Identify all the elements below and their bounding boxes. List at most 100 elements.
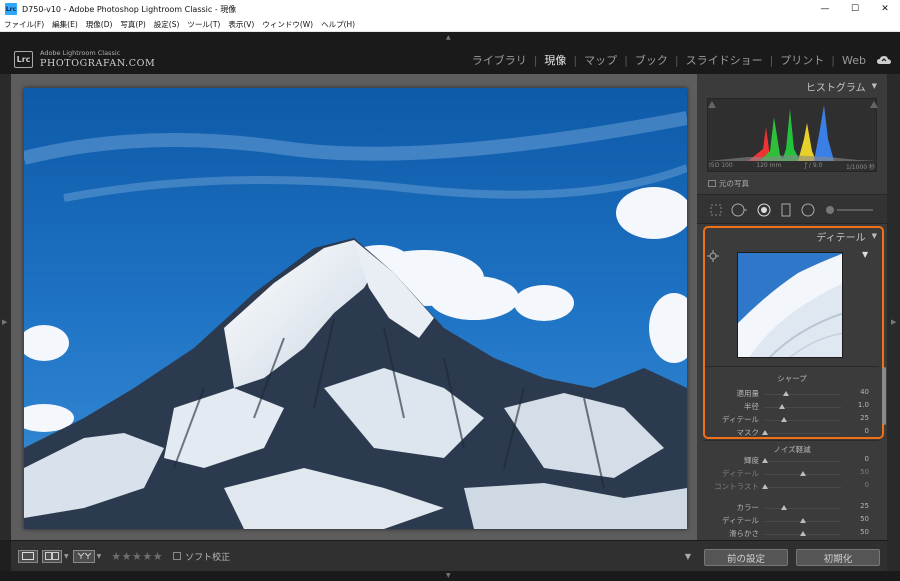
lightroom-window: Lrc D750-v10 - Adobe Photoshop Lightroom… — [0, 0, 900, 581]
target-adjustment-icon[interactable] — [707, 250, 719, 262]
detail-title: ディテール — [816, 232, 866, 244]
module-slideshow[interactable]: スライドショー — [686, 52, 763, 68]
window-controls: — ☐ ✕ — [810, 0, 900, 18]
slider-thumb[interactable] — [781, 505, 787, 510]
maximize-button[interactable]: ☐ — [840, 0, 870, 18]
slider-label: ディテール — [722, 516, 759, 525]
slider-row[interactable]: マスク 0 — [697, 427, 887, 439]
menu-develop[interactable]: 現像(D) — [86, 19, 113, 30]
menu-file[interactable]: ファイル(F) — [4, 19, 44, 30]
module-divider: | — [624, 53, 628, 67]
crop-tool-icon[interactable] — [709, 203, 723, 217]
slider-track[interactable] — [765, 487, 841, 488]
spot-removal-icon[interactable] — [731, 203, 747, 217]
slider-track[interactable] — [765, 461, 841, 462]
main-photo[interactable] — [24, 88, 687, 529]
detail-header[interactable]: ディテール ▼ — [697, 226, 887, 246]
module-book[interactable]: ブック — [635, 52, 668, 68]
slider-thumb[interactable] — [779, 404, 786, 409]
top-panel-toggle-icon[interactable]: ▲ — [446, 34, 451, 41]
module-web[interactable]: Web — [842, 54, 866, 67]
previous-settings-button[interactable]: 前の設定 — [704, 549, 788, 566]
slider-row[interactable]: ディテール 50 — [697, 515, 887, 527]
slider-track[interactable] — [765, 394, 841, 395]
slider-value[interactable]: 0 — [847, 427, 869, 435]
cloud-sync-icon[interactable] — [876, 54, 892, 66]
sharpen-group-label: シャープ — [777, 374, 807, 383]
original-photo-checkbox[interactable] — [708, 180, 716, 187]
red-eye-icon[interactable] — [757, 203, 771, 217]
detail-preview[interactable] — [737, 252, 843, 358]
graduated-filter-icon[interactable] — [781, 203, 791, 217]
slider-thumb[interactable] — [762, 484, 768, 489]
module-library[interactable]: ライブラリ — [472, 52, 527, 68]
slider-value[interactable]: 50 — [847, 528, 869, 536]
menu-view[interactable]: 表示(V) — [228, 19, 254, 30]
soft-proof-checkbox[interactable] — [173, 552, 182, 560]
slider-value[interactable]: 1.0 — [847, 401, 869, 409]
slider-thumb[interactable] — [762, 430, 768, 435]
histogram-exif: ISO 100 120 mm ƒ / 9.0 1/1000 秒 — [707, 162, 877, 174]
adjustment-brush-icon[interactable] — [825, 203, 875, 217]
slider-row[interactable]: 滑らかさ 50 — [697, 528, 887, 540]
menu-window[interactable]: ウィンドウ(W) — [262, 19, 313, 30]
slider-value[interactable]: 40 — [847, 388, 869, 396]
module-develop[interactable]: 現像 — [544, 52, 566, 68]
slider-thumb[interactable] — [781, 417, 787, 422]
slider-value[interactable]: 50 — [847, 515, 869, 523]
slider-row[interactable]: ディテール 50 — [697, 468, 887, 480]
close-button[interactable]: ✕ — [870, 0, 900, 18]
slider-thumb[interactable] — [800, 471, 806, 476]
module-list: ライブラリ | 現像 | マップ | ブック | スライドショー | プリント … — [472, 52, 866, 68]
slider-value[interactable]: 0 — [847, 455, 869, 463]
filmstrip-toggle-icon[interactable]: ▼ — [446, 572, 451, 579]
slider-thumb[interactable] — [800, 531, 806, 536]
slider-row[interactable]: カラー 25 — [697, 502, 887, 514]
slider-thumb[interactable] — [762, 458, 768, 463]
before-after-dropdown-icon[interactable]: ▼ — [64, 553, 69, 560]
slider-value[interactable]: 25 — [847, 414, 869, 422]
loupe-view-button[interactable] — [18, 549, 38, 563]
slider-track[interactable] — [765, 508, 841, 509]
star-rating[interactable]: ★★★★★ — [111, 550, 163, 563]
histogram-chart[interactable] — [707, 98, 878, 172]
right-panel-scrollbar[interactable] — [882, 367, 886, 425]
slider-track[interactable] — [765, 420, 841, 421]
slider-thumb[interactable] — [800, 518, 806, 523]
slider-row[interactable]: 輝度 0 — [697, 455, 887, 467]
slider-row[interactable]: コントラスト 0 — [697, 481, 887, 493]
reset-button[interactable]: 初期化 — [796, 549, 880, 566]
filmstrip-edge[interactable]: ▼ — [0, 571, 900, 581]
slider-row[interactable]: 半径 1.0 — [697, 401, 887, 413]
copy-settings-dropdown-icon[interactable]: ▼ — [97, 553, 102, 560]
slider-value[interactable]: 50 — [847, 468, 869, 476]
before-after-button[interactable] — [42, 549, 62, 563]
module-print[interactable]: プリント — [780, 52, 824, 68]
slider-track[interactable] — [765, 407, 841, 408]
slider-row[interactable]: 適用量 40 — [697, 388, 887, 400]
right-panel-edge[interactable]: ▶ — [887, 74, 900, 571]
slider-thumb[interactable] — [782, 391, 789, 396]
slider-value[interactable]: 0 — [847, 481, 869, 489]
slider-track[interactable] — [765, 433, 841, 434]
preview-toggle-icon[interactable]: ▼ — [862, 250, 868, 259]
menu-help[interactable]: ヘルプ(H) — [321, 19, 355, 30]
left-panel-edge[interactable]: ▶ — [0, 74, 11, 540]
collapse-triangle-icon[interactable]: ▼ — [872, 232, 877, 240]
toolbar-menu-icon[interactable]: ▼ — [685, 552, 691, 561]
menu-settings[interactable]: 設定(S) — [154, 19, 180, 30]
left-panel-toggle-icon[interactable]: ▶ — [2, 318, 7, 326]
right-panel-toggle-icon[interactable]: ▶ — [891, 318, 896, 326]
menu-edit[interactable]: 編集(E) — [52, 19, 78, 30]
menu-tools[interactable]: ツール(T) — [187, 19, 220, 30]
slider-row[interactable]: ディテール 25 — [697, 414, 887, 426]
collapse-triangle-icon[interactable]: ▼ — [872, 82, 877, 90]
slider-value[interactable]: 25 — [847, 502, 869, 510]
copy-settings-button[interactable] — [72, 549, 95, 563]
menu-photo[interactable]: 写真(P) — [120, 19, 145, 30]
minimize-button[interactable]: — — [810, 0, 840, 18]
histogram-header[interactable]: ヒストグラム ▼ — [697, 76, 887, 96]
preview-snow-image — [738, 253, 842, 357]
radial-filter-icon[interactable] — [801, 203, 815, 217]
module-map[interactable]: マップ — [584, 52, 617, 68]
